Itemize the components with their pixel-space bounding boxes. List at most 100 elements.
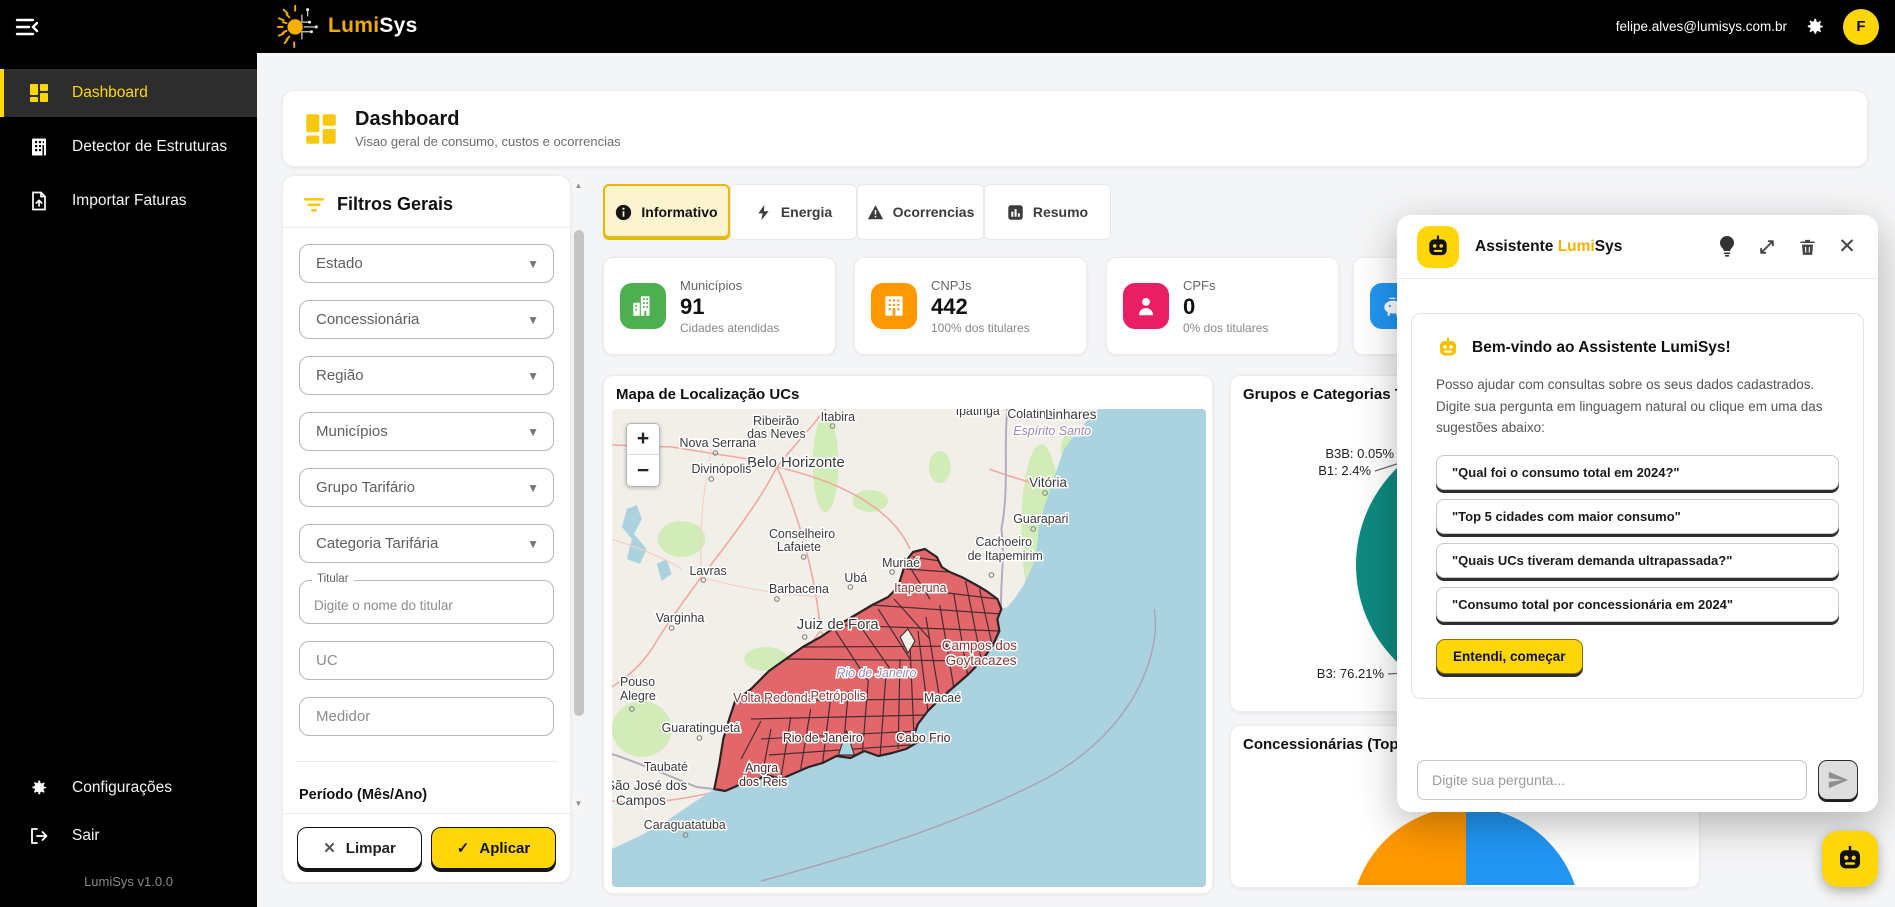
sidebar-item-importar-faturas[interactable]: Importar Faturas [0, 177, 257, 225]
avatar[interactable]: F [1843, 9, 1879, 45]
brand-name: LumiSys [328, 14, 418, 38]
page-subtitle: Visao geral de consumo, custos e ocorren… [355, 134, 621, 149]
map-label: Divinópolis [691, 462, 751, 476]
start-button[interactable]: Entendi, começar [1436, 639, 1583, 674]
sidebar-item-label: Sair [72, 827, 100, 845]
map-label: Pouso [620, 675, 655, 689]
map-label: Guarapari [1013, 512, 1068, 526]
assistant-fab-button[interactable] [1822, 831, 1878, 887]
welcome-title: Bem-vindo ao Assistente LumiSys! [1472, 339, 1731, 357]
scroll-down-arrow[interactable]: ▼ [572, 796, 585, 810]
brand-logo: LumiSys [276, 2, 418, 50]
chevron-down-icon: ▼ [527, 481, 539, 495]
map-label: Cabo Frio [896, 731, 951, 745]
suggestion-button-3[interactable]: "Quais UCs tiveram demanda ultrapassada?… [1436, 543, 1839, 578]
filter-icon [303, 196, 325, 214]
suggestion-button-2[interactable]: "Top 5 cidades com maior consumo" [1436, 499, 1839, 534]
sidebar-item-dashboard[interactable]: Dashboard [0, 69, 257, 117]
expand-icon[interactable] [1756, 236, 1778, 258]
clear-filters-button[interactable]: ✕Limpar [297, 827, 422, 869]
scrollbar-thumb[interactable] [574, 230, 584, 716]
sidebar-toggle-icon[interactable] [14, 14, 40, 40]
zoom-out-button[interactable]: − [627, 455, 659, 486]
settings-gear-icon[interactable] [1803, 15, 1827, 39]
map-label: Itaperuna [894, 581, 946, 595]
warning-triangle-icon [867, 204, 884, 221]
zoom-in-button[interactable]: + [627, 424, 659, 455]
titular-field: Titular [299, 580, 554, 624]
map-label: Varginha [656, 611, 705, 625]
map-label: Rio de Janeiro [783, 731, 863, 745]
stat-value: 91 [680, 294, 779, 320]
chevron-down-icon: ▼ [527, 313, 539, 327]
sidebar-item-sair[interactable]: Sair [0, 812, 257, 860]
municipios-dropdown[interactable]: Municípios▼ [299, 412, 554, 451]
send-button[interactable] [1818, 760, 1858, 800]
map-label: Ribeirão [753, 414, 799, 428]
x-icon: ✕ [323, 839, 336, 857]
assistant-body: Bem-vindo ao Assistente LumiSys! Posso a… [1397, 279, 1878, 748]
stat-value: 442 [931, 294, 1030, 320]
dashboard-grid-icon [303, 111, 339, 147]
tab-energia[interactable]: Energia [730, 184, 857, 240]
person-icon [1123, 283, 1169, 329]
pie-label: B3B: 0.05% [1325, 446, 1394, 461]
scroll-up-arrow[interactable]: ▲ [572, 178, 585, 192]
map-label: Volta Redonda [733, 691, 814, 705]
page-title: Dashboard [355, 108, 621, 131]
regiao-dropdown[interactable]: Região▼ [299, 356, 554, 395]
topbar: LumiSys felipe.alves@lumisys.com.br F [0, 0, 1895, 53]
categoria-tarifaria-dropdown[interactable]: Categoria Tarifária▼ [299, 524, 554, 563]
robot-avatar-icon [1417, 226, 1459, 268]
estado-dropdown[interactable]: Estado▼ [299, 244, 554, 283]
grupo-tarifario-dropdown[interactable]: Grupo Tarifário▼ [299, 468, 554, 507]
suggestion-button-1[interactable]: "Qual foi o consumo total em 2024?" [1436, 455, 1839, 490]
filters-scrollbar[interactable]: ▲ ▼ [572, 178, 585, 810]
map-label: Ipatinga [956, 409, 1000, 418]
apply-filters-button[interactable]: ✓Aplicar [431, 827, 556, 869]
sidebar-item-configuracoes[interactable]: Configurações [0, 764, 257, 812]
map-label: Goytacazes [946, 653, 1017, 668]
tab-ocorrencias[interactable]: Ocorrencias [857, 184, 984, 240]
concessionaria-dropdown[interactable]: Concessionária▼ [299, 300, 554, 339]
stat-label: Municípios [680, 278, 779, 293]
stat-card-cnpjs: CNPJs 442 100% dos titulares [854, 257, 1087, 355]
map-label: Juiz de Fora [797, 616, 880, 633]
chat-question-input[interactable] [1417, 760, 1807, 800]
tab-resumo[interactable]: Resumo [984, 184, 1111, 240]
map-label: Lavras [689, 564, 726, 578]
sidebar-item-label: Dashboard [72, 84, 148, 102]
user-email: felipe.alves@lumisys.com.br [1616, 19, 1787, 34]
suggestion-button-4[interactable]: "Consumo total por concessionária em 202… [1436, 587, 1839, 622]
map-label: Cachoeiro [976, 535, 1033, 549]
pie-label: B1: 2.4% [1318, 463, 1371, 478]
uc-input[interactable] [300, 642, 553, 679]
trash-icon[interactable] [1796, 236, 1818, 258]
map-canvas[interactable]: Ipatinga Ribeirão das Neves Itabira Cola… [612, 409, 1206, 887]
chevron-down-icon: ▼ [527, 537, 539, 551]
stat-label: CPFs [1183, 278, 1268, 293]
welcome-body: Posso ajudar com consultas sobre os seus… [1436, 374, 1839, 439]
map-label: Campos dos [942, 638, 1017, 653]
medidor-input[interactable] [300, 698, 553, 735]
sidebar-item-detector-de-estruturas[interactable]: Detector de Estruturas [0, 123, 257, 171]
robot-icon [1436, 336, 1460, 360]
dashboard-tabs: Informativo Energia Ocorrencias Resumo [603, 184, 1111, 240]
map-label: Espírito Santo [1013, 424, 1091, 438]
map-label: Petrópolis [811, 689, 866, 703]
close-icon[interactable]: ✕ [1836, 236, 1858, 258]
map-label: Belo Horizonte [747, 454, 845, 471]
filters-panel: Filtros Gerais Estado▼ Concessionária▼ R… [282, 175, 571, 883]
sidebar-item-label: Detector de Estruturas [72, 138, 227, 156]
assistant-title: Assistente LumiSys [1475, 238, 1622, 256]
map-label: Linhares [1045, 409, 1097, 422]
map-label: Barbacena [769, 582, 829, 596]
map-label: Muriaé [882, 556, 920, 570]
map-label: Campos [616, 793, 666, 808]
map-label: de Itapemirim [968, 549, 1043, 563]
tab-informativo[interactable]: Informativo [603, 184, 730, 240]
lightbulb-icon[interactable] [1716, 236, 1738, 258]
stat-caption: Cidades atendidas [680, 321, 779, 335]
building-icon [28, 136, 50, 158]
titular-input[interactable] [300, 581, 553, 623]
